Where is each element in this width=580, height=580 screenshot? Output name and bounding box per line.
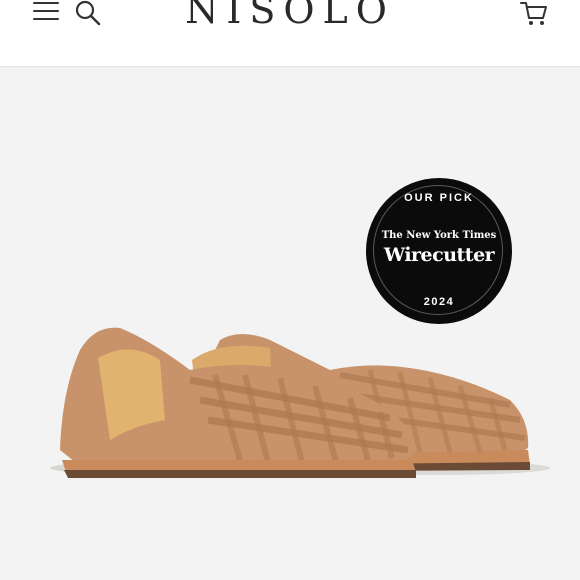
cart-icon[interactable] [518,0,550,28]
badge-name: Wirecutter [383,244,495,266]
site-header: NISOLO [0,0,580,67]
badge-top-text: OUR PICK [404,192,474,204]
badge-publisher: The New York Times [381,230,497,241]
brand-logo[interactable]: NISOLO [0,0,580,32]
sandal-product-image[interactable] [40,300,550,500]
